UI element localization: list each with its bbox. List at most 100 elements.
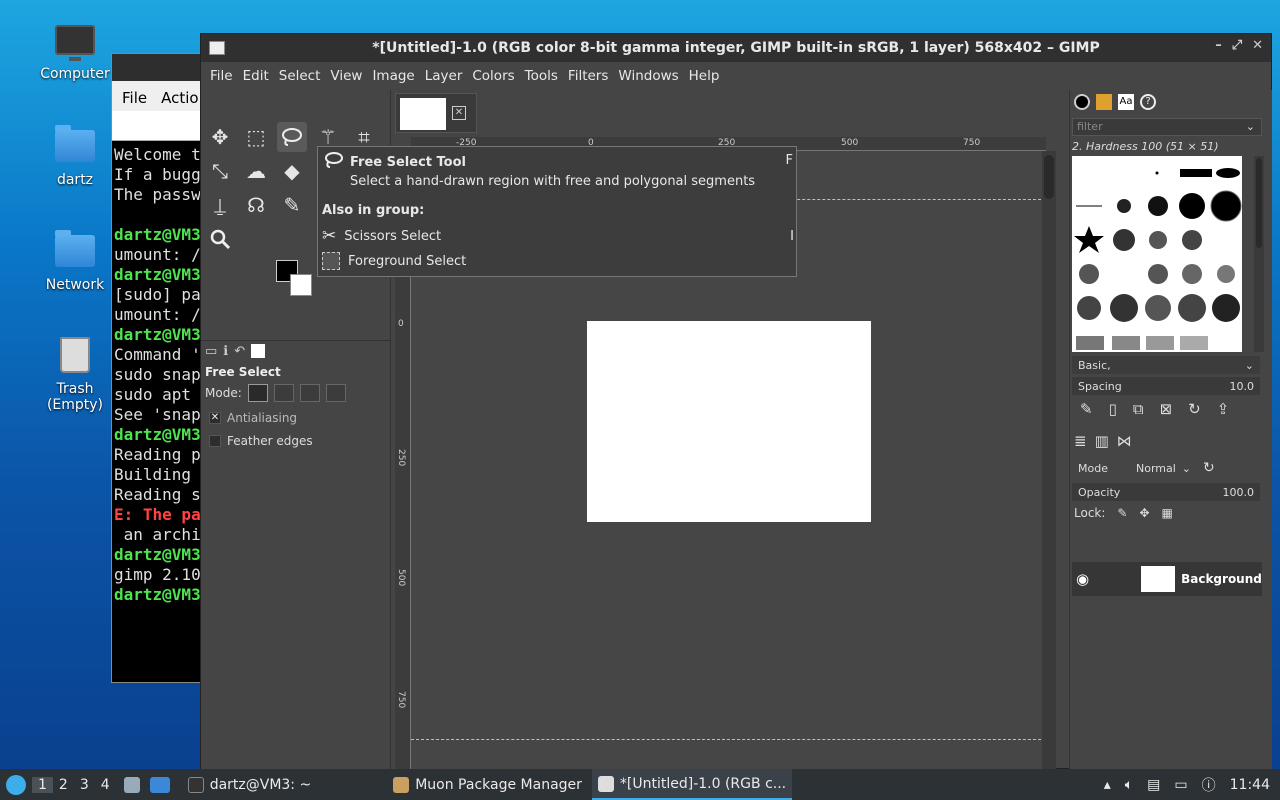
menu-image[interactable]: Image: [367, 68, 419, 84]
clone-tool-icon[interactable]: ⍊: [205, 190, 235, 220]
mode-subtract-button[interactable]: [299, 384, 320, 402]
feather-checkbox[interactable]: [209, 435, 221, 447]
brushes-tab-icon[interactable]: [1074, 94, 1090, 110]
image-tab[interactable]: ✕: [395, 93, 477, 133]
clipboard-icon[interactable]: ▤: [1147, 777, 1160, 793]
minimize-icon[interactable]: –: [1215, 38, 1222, 53]
background-color-swatch[interactable]: [290, 274, 312, 296]
workspace-4[interactable]: 4: [95, 777, 116, 793]
lock-alpha-icon[interactable]: ▦: [1162, 506, 1173, 520]
restore-icon[interactable]: ⤢: [1232, 38, 1242, 53]
free-select-tool-icon[interactable]: [277, 122, 307, 152]
task-terminal[interactable]: dartz@VM3: ~: [182, 769, 318, 800]
tooltip-item-foreground-select[interactable]: Foreground Select: [322, 252, 466, 270]
layer-row-background[interactable]: ◉ Background: [1072, 562, 1262, 596]
menu-help[interactable]: Help: [684, 68, 725, 84]
zoom-tool-icon[interactable]: [205, 224, 235, 254]
menu-file[interactable]: File: [205, 68, 238, 84]
brush-grid-scrollbar[interactable]: [1254, 156, 1264, 352]
menu-view[interactable]: View: [325, 68, 367, 84]
brush-grid[interactable]: [1072, 156, 1242, 352]
delete-brush-icon[interactable]: ⊠: [1160, 400, 1173, 418]
layers-tab-icon[interactable]: ≣: [1074, 432, 1087, 450]
edit-brush-icon[interactable]: ✎: [1080, 400, 1093, 418]
visibility-eye-icon[interactable]: ◉: [1076, 570, 1089, 588]
app-menu-button[interactable]: [0, 769, 32, 800]
menu-layer[interactable]: Layer: [420, 68, 468, 84]
image-canvas[interactable]: [587, 321, 871, 522]
menu-select[interactable]: Select: [274, 68, 326, 84]
warp-tool-icon[interactable]: ☁: [241, 156, 271, 186]
gimp-titlebar[interactable]: *[Untitled]-1.0 (RGB color 8-bit gamma i…: [201, 34, 1271, 62]
paths-tool-icon[interactable]: ✎: [277, 190, 307, 220]
spacing-slider[interactable]: Spacing 10.0: [1072, 377, 1260, 395]
brush-preset-select[interactable]: Basic, ⌄: [1072, 356, 1260, 374]
menu-file[interactable]: File: [122, 89, 147, 111]
bucket-fill-tool-icon[interactable]: ◆: [277, 156, 307, 186]
device-status-tab-icon[interactable]: ℹ: [223, 344, 228, 359]
show-desktop-icon[interactable]: [149, 776, 170, 793]
layer-mode-value: Normal: [1135, 461, 1176, 475]
reset-mode-icon[interactable]: ↻: [1203, 460, 1215, 476]
layer-mode-select[interactable]: Normal ⌄: [1136, 462, 1191, 475]
antialiasing-checkbox[interactable]: ✕: [209, 412, 221, 424]
workspace-2[interactable]: 2: [53, 777, 74, 793]
desktop-icon-network[interactable]: Network: [30, 229, 120, 293]
terminal-window[interactable]: File Actio Welcome t If a bugg The passw da…: [111, 53, 211, 683]
close-image-icon[interactable]: ✕: [452, 106, 466, 120]
menu-colors[interactable]: Colors: [467, 68, 519, 84]
fonts-tab-icon[interactable]: Aa: [1118, 94, 1134, 110]
fg-bg-colors[interactable]: [276, 260, 316, 300]
task-gimp[interactable]: *[Untitled]-1.0 (RGB c...: [591, 769, 793, 800]
tray-expand-icon[interactable]: ▴: [1104, 777, 1111, 793]
tooltip-item-scissors[interactable]: ✂ Scissors Select I: [322, 226, 794, 246]
volume-icon[interactable]: 🔈︎: [1125, 777, 1133, 793]
workspace-1[interactable]: 1: [32, 776, 53, 793]
terminal-titlebar[interactable]: [112, 54, 210, 81]
file-manager-icon[interactable]: [123, 776, 140, 793]
menu-windows[interactable]: Windows: [613, 68, 683, 84]
menu-edit[interactable]: Edit: [238, 68, 274, 84]
duplicate-brush-icon[interactable]: ⧉: [1133, 400, 1144, 418]
task-muon[interactable]: Muon Package Manager: [387, 769, 588, 800]
refresh-brushes-icon[interactable]: ↻: [1188, 400, 1201, 418]
scroll-thumb[interactable]: [1044, 155, 1054, 199]
paths-tab-icon[interactable]: ⋈: [1117, 432, 1132, 450]
layer-name[interactable]: Background: [1181, 572, 1262, 586]
vertical-scrollbar[interactable]: [1042, 151, 1056, 771]
tool-options-tab-icon[interactable]: ▭: [205, 344, 217, 359]
desktop-icon-trash[interactable]: Trash (Empty): [30, 333, 120, 413]
mode-add-button[interactable]: [273, 384, 294, 402]
close-icon[interactable]: ✕: [1252, 38, 1263, 53]
updates-icon[interactable]: ⓘ: [1202, 775, 1216, 795]
channels-tab-icon[interactable]: ▥: [1095, 432, 1109, 450]
brush-filter-input[interactable]: filter ⌄: [1072, 118, 1262, 136]
menu-filters[interactable]: Filters: [563, 68, 613, 84]
lock-pixels-icon[interactable]: ✎: [1117, 506, 1127, 520]
antialiasing-option[interactable]: ✕ Antialiasing: [209, 411, 297, 425]
open-as-image-icon[interactable]: ⇪: [1217, 400, 1230, 418]
opacity-slider[interactable]: Opacity 100.0: [1072, 483, 1260, 501]
lock-position-icon[interactable]: ✥: [1139, 506, 1149, 520]
new-brush-icon[interactable]: ▯: [1109, 400, 1117, 418]
smudge-tool-icon[interactable]: ☊: [241, 190, 271, 220]
menu-actions[interactable]: Actio: [161, 89, 198, 111]
workspace-3[interactable]: 3: [74, 777, 95, 793]
terminal-output[interactable]: Welcome t If a bugg The passw dartz@VM3 umou…: [112, 141, 210, 609]
menu-tools[interactable]: Tools: [520, 68, 563, 84]
mode-intersect-button[interactable]: [325, 384, 346, 402]
rect-select-tool-icon[interactable]: ⬚: [241, 122, 271, 152]
transform-tool-icon[interactable]: ⤡: [205, 156, 235, 186]
undo-history-tab-icon[interactable]: ↶: [234, 344, 245, 359]
network-tray-icon[interactable]: ▭: [1174, 777, 1187, 793]
move-tool-icon[interactable]: ✥: [205, 122, 235, 152]
images-tab-icon[interactable]: [251, 344, 266, 358]
clock[interactable]: 11:44: [1230, 777, 1270, 793]
chevron-down-icon[interactable]: ⌄: [1246, 120, 1255, 133]
feather-option[interactable]: Feather edges: [209, 434, 313, 448]
patterns-tab-icon[interactable]: [1096, 94, 1112, 110]
desktop-icon-computer[interactable]: Computer: [30, 18, 120, 82]
help-icon[interactable]: ?: [1140, 94, 1156, 110]
desktop-icon-home[interactable]: dartz: [30, 124, 120, 188]
mode-replace-button[interactable]: [247, 384, 268, 402]
